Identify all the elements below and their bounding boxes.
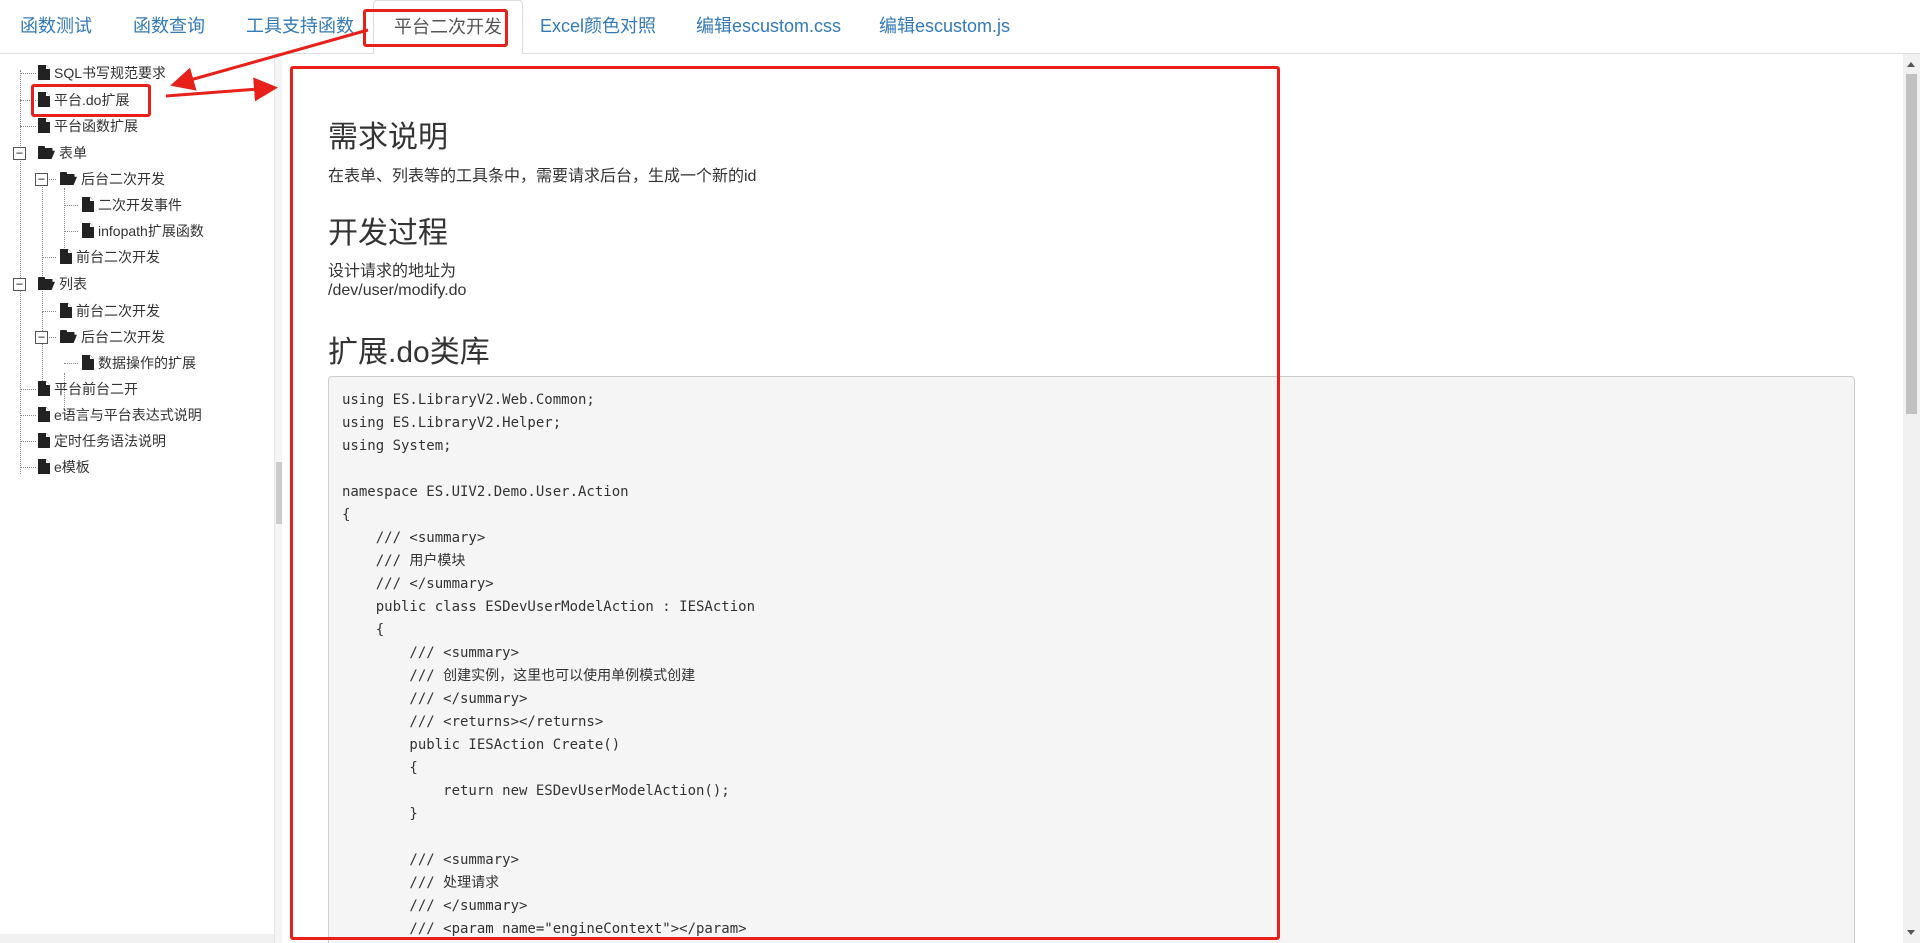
folder-open-icon (38, 146, 55, 159)
tree-item-function-extension[interactable]: 平台函数扩展 (38, 115, 138, 137)
tree-item-form[interactable]: 表单 (38, 142, 87, 164)
tree-item-data-operation-ext[interactable]: 数据操作的扩展 (82, 352, 196, 374)
tree-item-label: 列表 (59, 276, 87, 292)
file-icon (38, 65, 50, 80)
tree-item-dev-events[interactable]: 二次开发事件 (82, 194, 182, 216)
file-icon (38, 381, 50, 396)
splitter-handle[interactable] (276, 462, 282, 524)
tree-connector (64, 231, 78, 232)
tree-connector (20, 389, 36, 390)
tree-connector (20, 70, 21, 474)
sidebar-tree: SQL书写规范要求 平台.do扩展 平台函数扩展 − 表单 − 后台二次开发 二… (0, 54, 274, 943)
tree-item-list[interactable]: 列表 (38, 273, 87, 295)
tree-item-label: 前台二次开发 (76, 303, 160, 319)
tree-connector (20, 126, 36, 127)
tree-item-sql-spec[interactable]: SQL书写规范要求 (38, 62, 166, 84)
file-icon (38, 407, 50, 422)
vertical-scrollbar[interactable] (1903, 54, 1920, 943)
tree-connector (42, 311, 56, 312)
scrollbar-thumb[interactable] (1906, 74, 1917, 414)
tree-connector (20, 441, 36, 442)
tab-tool-functions[interactable]: 工具支持函数 (246, 0, 354, 54)
tab-edit-css[interactable]: 编辑escustom.css (696, 0, 841, 54)
file-icon (82, 197, 94, 212)
tree-item-scheduled-task[interactable]: 定时任务语法说明 (38, 430, 166, 452)
tree-item-label: 平台函数扩展 (54, 118, 138, 134)
tree-connector (64, 205, 78, 206)
annotation-box-content (290, 66, 1280, 940)
collapse-toggle-form[interactable]: − (13, 147, 26, 160)
tree-item-form-backend-dev[interactable]: 后台二次开发 (60, 168, 165, 190)
tab-function-query[interactable]: 函数查询 (133, 0, 205, 54)
folder-open-icon (60, 330, 77, 343)
tree-item-label: e语言与平台表达式说明 (54, 407, 202, 423)
tree-connector (42, 257, 56, 258)
scroll-up-icon[interactable] (1907, 62, 1915, 67)
annotation-box-tab (363, 9, 508, 47)
file-icon (38, 459, 50, 474)
tree-item-infopath-functions[interactable]: infopath扩展函数 (82, 220, 204, 242)
file-icon (82, 223, 94, 238)
file-icon (38, 433, 50, 448)
tree-item-label: 后台二次开发 (81, 329, 165, 345)
tree-item-label: 定时任务语法说明 (54, 433, 166, 449)
folder-open-icon (38, 277, 55, 290)
tab-bar: 函数测试 函数查询 工具支持函数 平台二次开发 Excel颜色对照 编辑escu… (0, 0, 1920, 55)
tree-item-form-frontend-dev[interactable]: 前台二次开发 (60, 246, 160, 268)
tree-connector (20, 73, 36, 74)
tree-item-label: e模板 (54, 459, 90, 475)
tree-item-label: SQL书写规范要求 (54, 65, 167, 81)
tree-item-label: 平台前台二开 (54, 381, 138, 397)
tree-item-e-language[interactable]: e语言与平台表达式说明 (38, 404, 202, 426)
tree-item-platform-frontend[interactable]: 平台前台二开 (38, 378, 138, 400)
file-icon (60, 303, 72, 318)
tree-item-label: 后台二次开发 (81, 171, 165, 187)
tree-item-label: 表单 (59, 145, 87, 161)
collapse-toggle-list[interactable]: − (13, 278, 26, 291)
tab-excel-colors[interactable]: Excel颜色对照 (540, 0, 656, 54)
tree-item-list-frontend-dev[interactable]: 前台二次开发 (60, 300, 160, 322)
tree-connector (64, 363, 78, 364)
pane-splitter[interactable] (274, 54, 282, 943)
file-icon (60, 249, 72, 264)
annotation-box-tree-item (31, 84, 151, 117)
file-icon (38, 118, 50, 133)
tab-edit-js[interactable]: 编辑escustom.js (879, 0, 1010, 54)
tree-item-label: 数据操作的扩展 (98, 355, 196, 371)
tree-item-list-backend-dev[interactable]: 后台二次开发 (60, 326, 165, 348)
tree-item-label: infopath扩展函数 (98, 223, 204, 239)
tree-connector (20, 415, 36, 416)
tree-item-label: 前台二次开发 (76, 249, 160, 265)
tab-function-test[interactable]: 函数测试 (20, 0, 92, 54)
file-icon (82, 355, 94, 370)
folder-open-icon (60, 172, 77, 185)
collapse-toggle-list-backend[interactable]: − (35, 331, 48, 344)
scroll-down-icon[interactable] (1907, 930, 1915, 935)
tree-connector (20, 467, 36, 468)
tree-item-e-template[interactable]: e模板 (38, 456, 90, 478)
collapse-toggle-form-backend[interactable]: − (35, 173, 48, 186)
sidebar-horizontal-scrollbar[interactable] (0, 934, 274, 943)
tree-item-label: 二次开发事件 (98, 197, 182, 213)
